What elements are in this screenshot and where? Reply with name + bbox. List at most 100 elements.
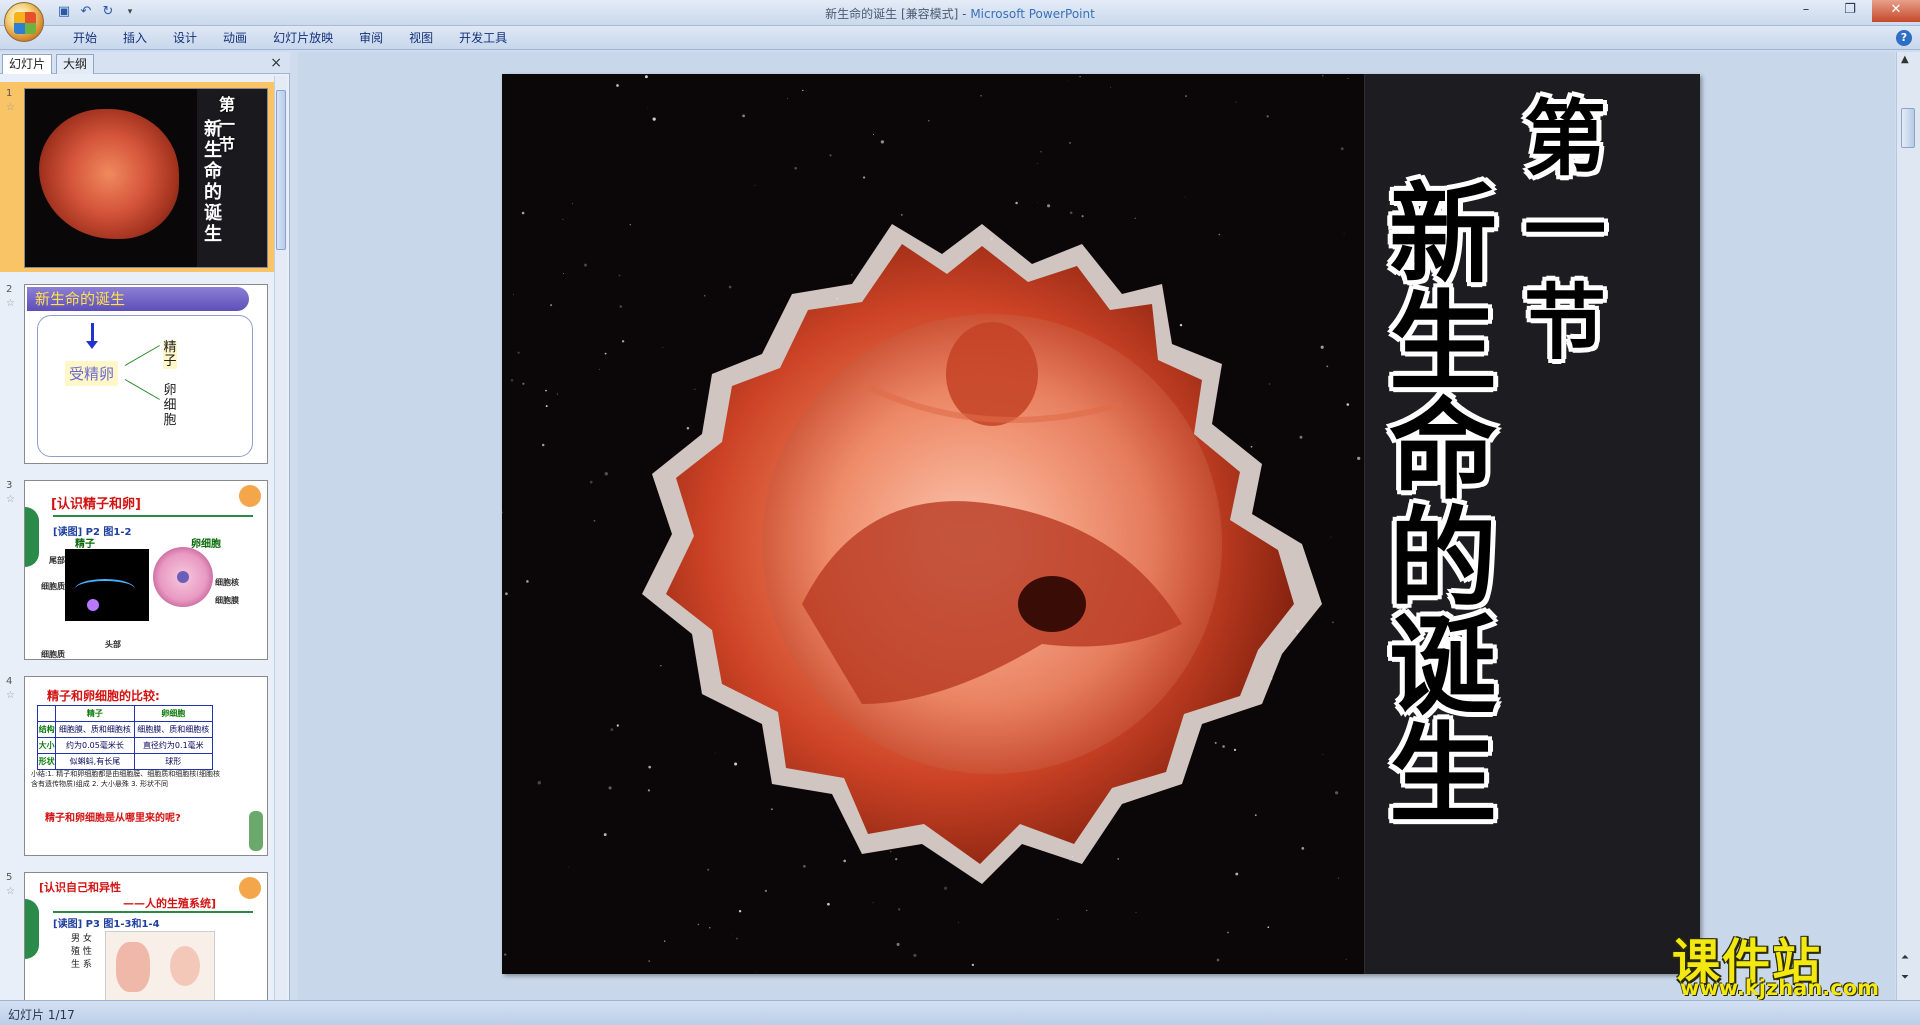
sperm-image	[65, 549, 149, 621]
close-icon[interactable]: ✕	[1872, 0, 1920, 22]
document-title: 新生命的诞生 [兼容模式]	[825, 7, 959, 21]
star-dot	[537, 781, 541, 785]
ribbon: 开始 插入 设计 动画 幻灯片放映 审阅 视图 开发工具 ?	[0, 26, 1920, 50]
previous-slide-icon[interactable]: ⏶	[1901, 952, 1909, 963]
slide-thumbnail[interactable]: 5 ☆ [认识自己和异性 ——人的生殖系统] [读图] P3 图1-3和1-4 …	[0, 866, 274, 1000]
star-dot	[1185, 95, 1187, 98]
membrane-label: 细胞质	[41, 650, 65, 659]
tab-developer[interactable]: 开发工具	[446, 30, 520, 46]
tab-slides[interactable]: 幻灯片	[2, 54, 53, 74]
scroll-up-icon[interactable]: ▲	[1901, 54, 1909, 65]
star-dot	[1235, 101, 1237, 103]
tab-insert[interactable]: 插入	[110, 30, 160, 46]
sperm-label: 精子	[163, 340, 177, 369]
diagram-box	[37, 315, 253, 457]
office-button[interactable]	[4, 2, 44, 42]
thumbnail-preview: 新生命的诞生 受精卵 精子 卵细胞	[24, 284, 268, 464]
star-dot	[510, 378, 514, 382]
table-cell: 细胞膜、质和细胞核	[55, 721, 135, 738]
star-dot	[697, 923, 700, 926]
star-icon: ☆	[6, 298, 15, 309]
tab-home[interactable]: 开始	[60, 30, 110, 46]
tab-design[interactable]: 设计	[160, 30, 210, 46]
summary-notes: 小结:1. 精子和卵细胞都是由细胞膜、细胞质和细胞核(细胞核含有遗传物质)组成 …	[31, 770, 220, 788]
tail-label: 尾部	[49, 556, 65, 565]
tab-outline[interactable]: 大纲	[56, 54, 95, 74]
thumbnail-preview: 第一节 新生命的诞生	[24, 88, 268, 268]
slide-thumbnail[interactable]: 2 ☆ 新生命的诞生 受精卵 精子 卵细胞	[0, 278, 274, 468]
star-dot	[732, 934, 733, 936]
tab-animations[interactable]: 动画	[210, 30, 260, 46]
star-dot	[787, 98, 788, 100]
star-dot	[1110, 86, 1112, 88]
cell-label: 细胞膜	[215, 596, 239, 605]
star-icon: ☆	[6, 102, 15, 113]
slide-thumbnail[interactable]: 3 ☆ [认识精子和卵] [读图] P2 图1-2 精子 卵细胞 尾部 头部 细…	[0, 474, 274, 664]
panel-tabs: 幻灯片 大纲 ×	[0, 52, 290, 74]
star-dot	[1067, 80, 1068, 82]
window-title: 新生命的诞生 [兼容模式] - Microsoft PowerPoint	[0, 5, 1920, 22]
slide-number: 3	[6, 480, 13, 491]
tab-slideshow[interactable]: 幻灯片放映	[260, 30, 346, 46]
thumbnail-list: 1 ☆ 第一节 新生命的诞生 2 ☆ 新生命的诞生 受精卵 精子 卵细胞 3 ☆…	[0, 76, 274, 1000]
star-dot	[794, 167, 797, 170]
table-cell: 细胞膜、质和细胞核	[133, 721, 214, 738]
scrollbar-thumb[interactable]	[1901, 108, 1915, 148]
main-scrollbar[interactable]: ▲ ⏶ ⏷	[1896, 52, 1920, 1000]
star-dot	[1135, 912, 1137, 913]
star-icon: ☆	[6, 690, 15, 701]
panel-scrollbar[interactable]	[274, 76, 287, 1000]
star-dot	[1036, 163, 1038, 164]
green-decoration	[25, 507, 39, 567]
thumbnail-preview: 精子和卵细胞的比较: 精子 卵细胞 结构 细胞膜、质和细胞核 细胞膜、质和细胞核…	[24, 676, 268, 856]
egg-label: 卵细胞	[191, 539, 221, 550]
star-dot	[1216, 958, 1220, 962]
embryo-image	[642, 224, 1322, 884]
section-title: 第一节	[1523, 92, 1606, 371]
star-dot	[505, 592, 508, 596]
status-bar: 幻灯片 1/17	[0, 1000, 1920, 1025]
star-dot	[928, 120, 930, 122]
title-separator: -	[958, 7, 971, 21]
star-dot	[1057, 918, 1059, 920]
vertical-labels: 男 女 殖 性 生 系	[71, 934, 92, 970]
star-dot	[1345, 958, 1347, 960]
arrowhead-icon	[86, 341, 98, 349]
slide-title: 新生命的诞生	[1388, 173, 1497, 838]
slide-thumbnail[interactable]: 1 ☆ 第一节 新生命的诞生	[0, 82, 274, 272]
table-cell: 约为0.05毫米长	[55, 737, 135, 754]
table-row: 大小 约为0.05毫米长 直径约为0.1毫米	[36, 737, 214, 754]
help-icon[interactable]: ?	[1896, 30, 1912, 46]
star-dot	[1267, 926, 1270, 929]
star-dot	[556, 393, 559, 395]
star-dot	[802, 89, 804, 92]
tab-view[interactable]: 视图	[396, 30, 446, 46]
question-text: 精子和卵细胞是从哪里来的呢?	[45, 813, 181, 824]
next-slide-icon[interactable]: ⏷	[1901, 972, 1909, 983]
current-slide[interactable]: 第一节 新生命的诞生	[502, 74, 1700, 974]
table-cell	[36, 705, 57, 722]
minimize-icon[interactable]: –	[1784, 0, 1828, 22]
star-dot	[648, 960, 651, 963]
restore-icon[interactable]: ❐	[1828, 0, 1872, 22]
close-icon[interactable]: ×	[270, 55, 282, 71]
slide-number: 4	[6, 676, 13, 687]
thumbnail-preview: [认识精子和卵] [读图] P2 图1-2 精子 卵细胞 尾部 头部 细胞核 细…	[24, 480, 268, 660]
slide-thumbnail[interactable]: 4 ☆ 精子和卵细胞的比较: 精子 卵细胞 结构 细胞膜、质和细胞核 细胞膜、质…	[0, 670, 274, 860]
head-label: 头部	[105, 640, 121, 649]
window-controls: – ❐ ✕	[1784, 0, 1920, 22]
star-dot	[1266, 115, 1269, 118]
star-dot	[1086, 909, 1088, 911]
star-dot	[1322, 74, 1324, 77]
star-dot	[738, 910, 742, 913]
thumb-subtitle: [读图] P3 图1-3和1-4	[53, 919, 160, 930]
star-dot	[526, 580, 529, 583]
star-dot	[862, 176, 866, 179]
arrow-down-icon	[91, 323, 94, 343]
scrollbar-thumb[interactable]	[276, 90, 286, 250]
star-dot	[616, 84, 619, 87]
tab-review[interactable]: 审阅	[346, 30, 396, 46]
star-dot	[756, 972, 757, 974]
star-dot	[517, 351, 520, 354]
organ-shape	[116, 942, 150, 992]
